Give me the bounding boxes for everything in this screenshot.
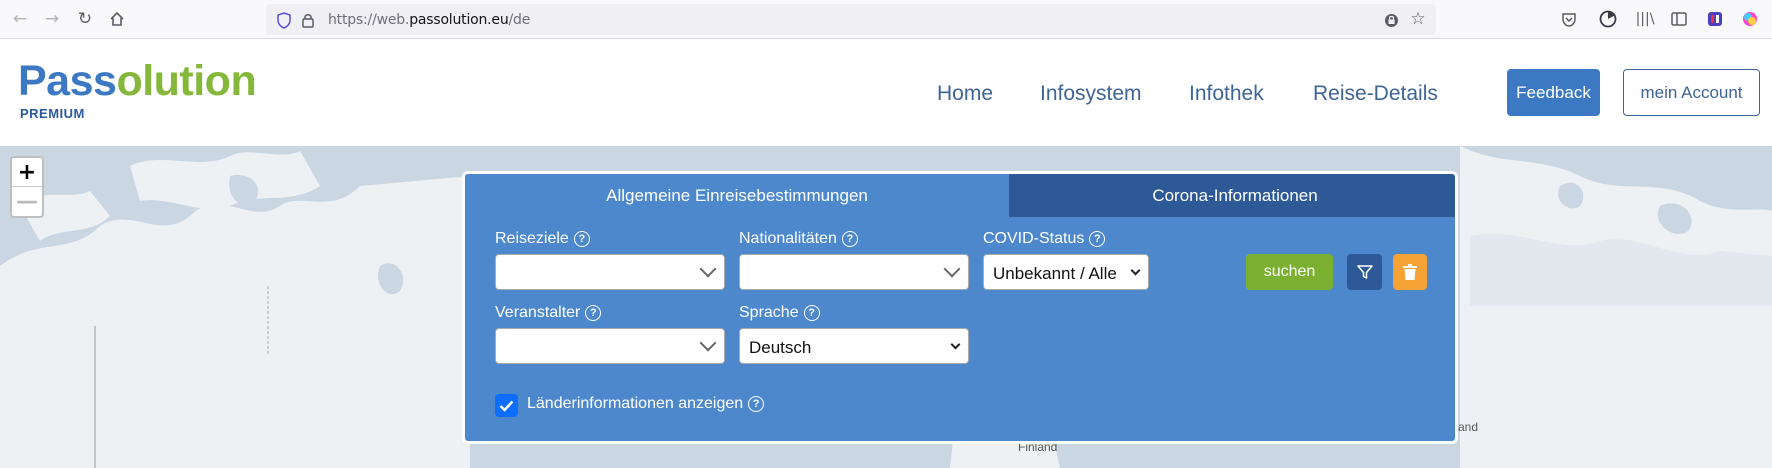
feedback-button[interactable]: Feedback	[1507, 69, 1600, 116]
sidebar-icon[interactable]	[1670, 10, 1688, 28]
suchen-button[interactable]: suchen	[1246, 254, 1333, 290]
nav-infothek[interactable]: Infothek	[1189, 82, 1264, 106]
nationalitaeten-label: Nationalitäten ?	[739, 230, 858, 248]
sprache-value: Deutsch	[749, 338, 812, 357]
zoom-control: + —	[10, 156, 44, 218]
help-icon[interactable]: ?	[803, 305, 820, 321]
pocket-icon[interactable]	[1560, 10, 1578, 28]
covid-status-value: Unbekannt / Alle	[993, 264, 1117, 283]
veranstalter-select[interactable]	[495, 328, 725, 364]
delete-button[interactable]	[1393, 254, 1427, 290]
tracking-protection-icon[interactable]	[1382, 11, 1400, 29]
chevron-down-icon	[699, 260, 717, 278]
timer-extension-icon[interactable]	[1598, 9, 1618, 29]
sprache-select[interactable]: Deutsch	[739, 328, 969, 364]
bookmark-star-icon[interactable]: ☆	[1408, 9, 1428, 29]
back-icon[interactable]: ←	[9, 8, 31, 30]
help-icon[interactable]: ?	[841, 231, 858, 247]
trash-icon	[1403, 264, 1417, 280]
reiseziele-select[interactable]	[495, 254, 725, 290]
search-panel: Allgemeine Einreisebestimmungen Corona-I…	[462, 171, 1458, 444]
shield-icon[interactable]	[275, 11, 293, 29]
laenderinformationen-checkbox[interactable]	[495, 394, 518, 417]
chevron-down-icon	[699, 334, 717, 352]
help-icon[interactable]: ?	[1089, 231, 1106, 247]
map-label-land: and	[1458, 420, 1479, 434]
filter-icon	[1356, 265, 1373, 279]
chevron-down-icon	[943, 260, 961, 278]
veranstalter-label: Veranstalter ?	[495, 304, 602, 322]
chevron-down-icon	[950, 339, 961, 350]
laenderinformationen-label: Länderinformationen anzeigen ?	[527, 395, 765, 413]
forward-icon[interactable]: →	[41, 8, 63, 30]
logo-subtitle: PREMIUM	[20, 106, 85, 121]
help-icon[interactable]: ?	[573, 231, 590, 247]
covid-status-label: COVID-Status ?	[983, 230, 1106, 248]
nationalitaeten-select[interactable]	[739, 254, 969, 290]
tab-allgemeine-einreisebestimmungen[interactable]: Allgemeine Einreisebestimmungen	[465, 174, 1009, 217]
color-picker-icon[interactable]	[1740, 9, 1760, 29]
chevron-down-icon	[1130, 265, 1141, 276]
nav-infosystem[interactable]: Infosystem	[1040, 82, 1142, 106]
home-icon[interactable]	[106, 8, 128, 30]
url-bar[interactable]: https://web.passolution.eu/de ☆	[266, 4, 1436, 35]
browser-toolbar: ← → ↻ https://web.passolution.eu/de ☆ ||…	[0, 0, 1772, 39]
filter-button[interactable]	[1347, 254, 1382, 290]
zoom-in-button[interactable]: +	[12, 158, 42, 187]
nav-home[interactable]: Home	[937, 82, 993, 106]
checkmark-icon	[499, 400, 514, 412]
url-text[interactable]: https://web.passolution.eu/de	[328, 12, 530, 28]
passolution-logo[interactable]: Passolution	[18, 60, 257, 103]
sprache-label: Sprache ?	[739, 304, 820, 322]
help-icon[interactable]: ?	[585, 305, 602, 321]
extension-icon[interactable]	[1705, 9, 1725, 29]
library-icon[interactable]: |||\	[1636, 10, 1655, 28]
reiseziele-label: Reiseziele ?	[495, 230, 590, 248]
nav-reise-details[interactable]: Reise-Details	[1313, 82, 1438, 106]
covid-status-select[interactable]: Unbekannt / Alle	[983, 254, 1149, 290]
lock-icon[interactable]	[299, 11, 317, 29]
tab-corona-informationen[interactable]: Corona-Informationen	[1009, 174, 1455, 217]
help-icon[interactable]: ?	[748, 396, 765, 412]
zoom-out-button[interactable]: —	[12, 187, 42, 216]
account-button[interactable]: mein Account	[1623, 69, 1760, 116]
site-header: Passolution PREMIUM Home Infosystem Info…	[0, 40, 1772, 146]
reload-icon[interactable]: ↻	[74, 8, 96, 30]
